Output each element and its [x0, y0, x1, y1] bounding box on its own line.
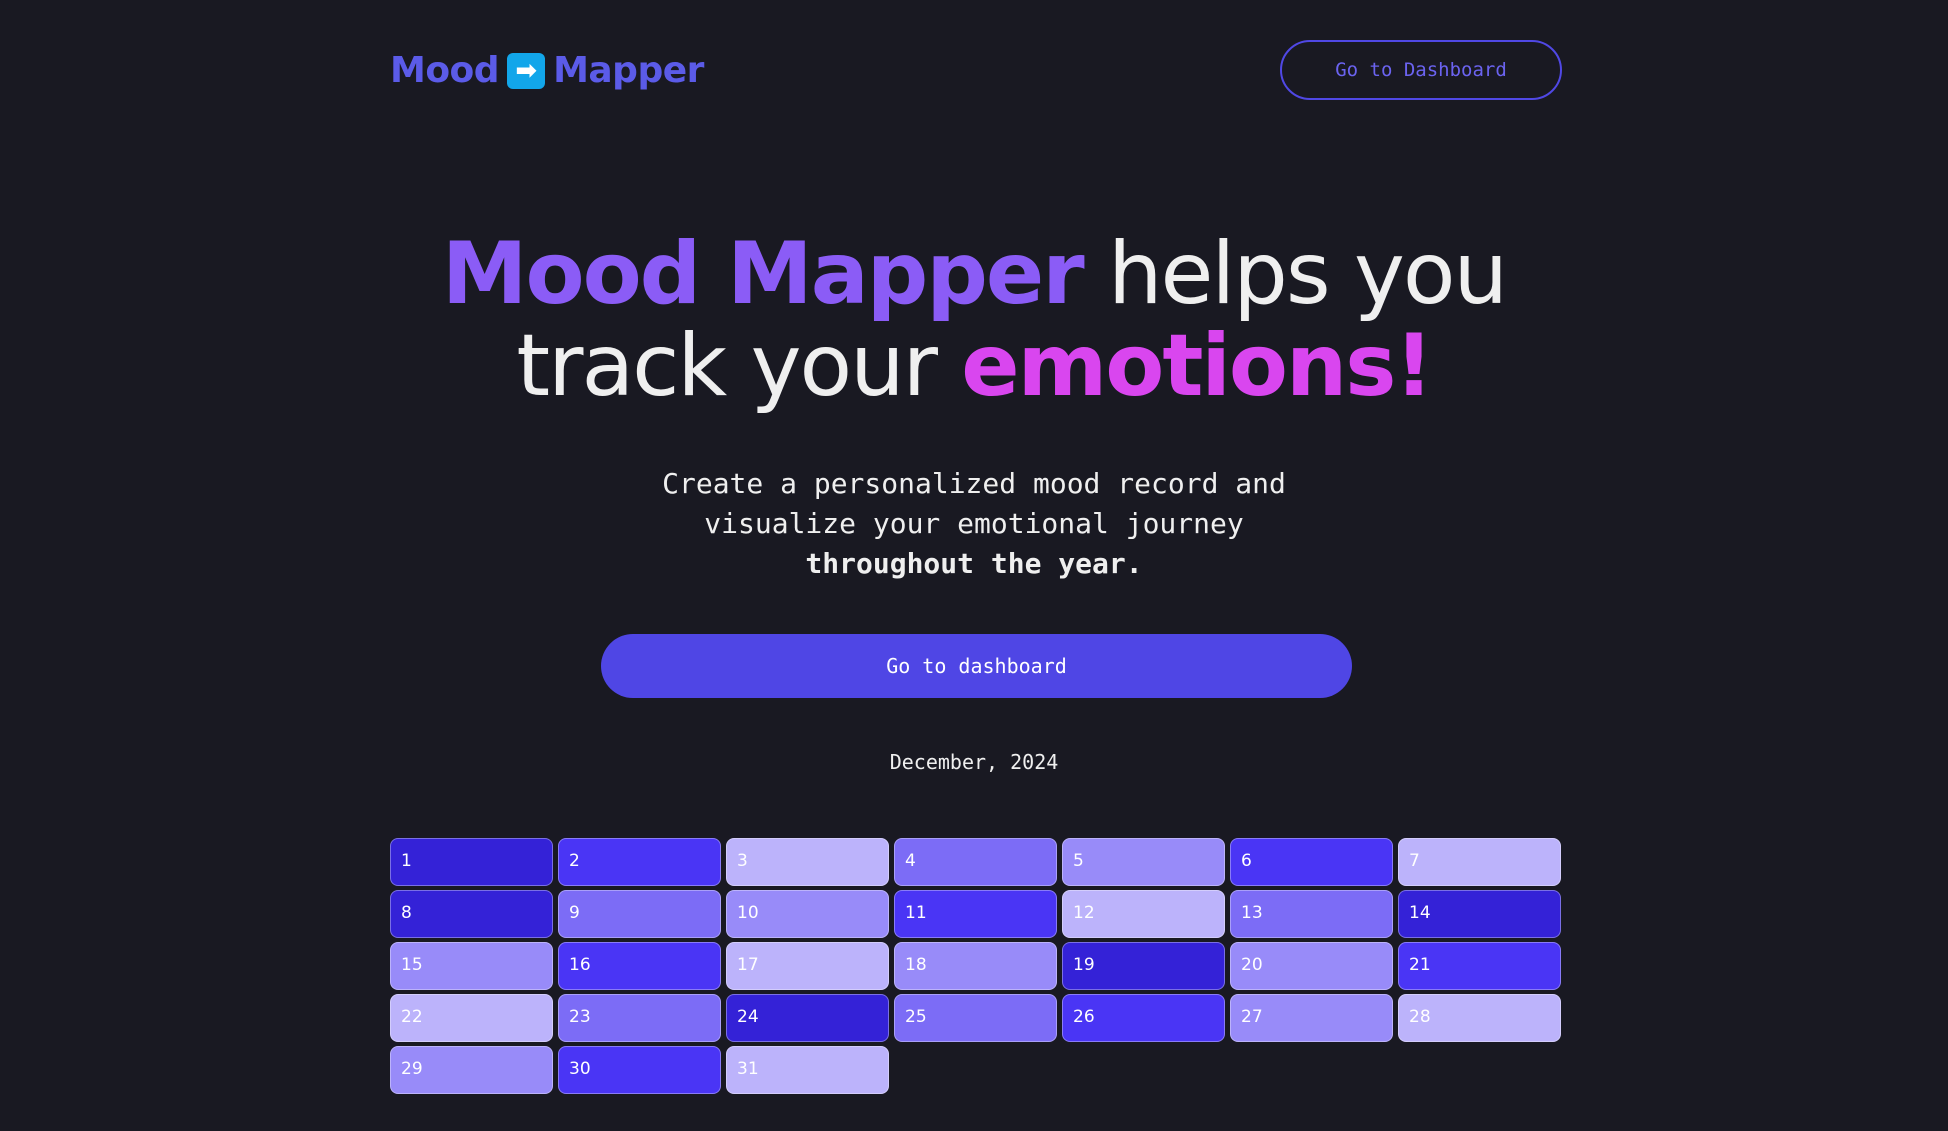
calendar-day[interactable]: 2 [558, 838, 721, 886]
calendar-day[interactable]: 8 [390, 890, 553, 938]
calendar-month-label: December, 2024 [889, 750, 1059, 774]
calendar-day[interactable]: 27 [1230, 994, 1393, 1042]
calendar-day[interactable]: 1 [390, 838, 553, 886]
hero-line-1: Mood Mapper helps you [0, 228, 1948, 320]
calendar-day[interactable]: 16 [558, 942, 721, 990]
hero-brand-name: Mood Mapper [441, 224, 1085, 324]
hero-subtitle: Create a personalized mood record and vi… [0, 464, 1948, 584]
calendar-day[interactable]: 11 [894, 890, 1057, 938]
go-to-dashboard-button[interactable]: Go to dashboard [601, 634, 1352, 698]
calendar-day[interactable]: 23 [558, 994, 721, 1042]
subtitle-line-3: throughout the year. [805, 547, 1143, 580]
calendar-day[interactable]: 15 [390, 942, 553, 990]
calendar-day[interactable]: 21 [1398, 942, 1561, 990]
hero-emotions: emotions! [961, 316, 1433, 416]
calendar-day[interactable]: 24 [726, 994, 889, 1042]
calendar-day[interactable]: 20 [1230, 942, 1393, 990]
calendar-day[interactable]: 7 [1398, 838, 1561, 886]
hero-text-track: track your [516, 316, 962, 416]
calendar-day[interactable]: 14 [1398, 890, 1561, 938]
header: Mood ➡ Mapper Go to Dashboard [390, 40, 1562, 104]
calendar-day[interactable]: 13 [1230, 890, 1393, 938]
calendar-day[interactable]: 10 [726, 890, 889, 938]
calendar-day[interactable]: 3 [726, 838, 889, 886]
mood-calendar-grid: 1 2 3 4 5 6 7 8 9 10 11 12 13 14 15 16 17 18 19 20 21 22 23 24 2… [390, 838, 1562, 1094]
logo[interactable]: Mood ➡ Mapper [390, 50, 704, 91]
calendar-day[interactable]: 29 [390, 1046, 553, 1094]
logo-text-mood: Mood [390, 50, 500, 91]
calendar-day[interactable]: 6 [1230, 838, 1393, 886]
subtitle-line-2: visualize your emotional journey [704, 507, 1244, 540]
calendar-day[interactable]: 25 [894, 994, 1057, 1042]
hero-text-helps: helps you [1082, 224, 1508, 324]
subtitle-line-1: Create a personalized mood record and [662, 467, 1286, 500]
calendar-day[interactable]: 9 [558, 890, 721, 938]
calendar-day[interactable]: 12 [1062, 890, 1225, 938]
calendar-day[interactable]: 22 [390, 994, 553, 1042]
calendar-day[interactable]: 26 [1062, 994, 1225, 1042]
logo-text-mapper: Mapper [553, 50, 704, 91]
calendar-day[interactable]: 17 [726, 942, 889, 990]
header-dashboard-button[interactable]: Go to Dashboard [1280, 40, 1562, 100]
calendar-day[interactable]: 30 [558, 1046, 721, 1094]
calendar-day[interactable]: 5 [1062, 838, 1225, 886]
hero-line-2: track your emotions! [0, 320, 1948, 412]
calendar-day[interactable]: 19 [1062, 942, 1225, 990]
calendar-day[interactable]: 31 [726, 1046, 889, 1094]
calendar-day[interactable]: 18 [894, 942, 1057, 990]
calendar-day[interactable]: 4 [894, 838, 1057, 886]
landing-page: Mood ➡ Mapper Go to Dashboard Mood Mappe… [0, 0, 1948, 1131]
arrow-right-icon: ➡ [507, 52, 546, 89]
hero-heading: Mood Mapper helps you track your emotion… [0, 228, 1948, 412]
calendar-day[interactable]: 28 [1398, 994, 1561, 1042]
